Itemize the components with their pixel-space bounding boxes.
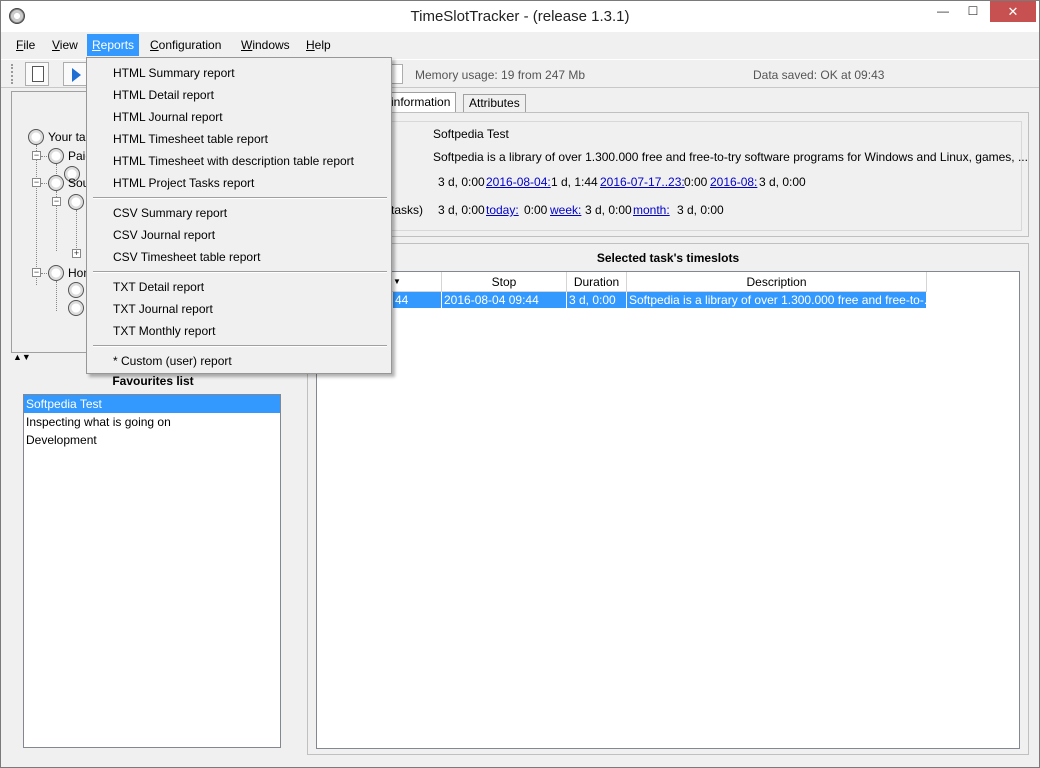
reports-dropdown-menu: HTML Summary report HTML Detail report H… bbox=[86, 57, 392, 374]
favourite-item[interactable]: Softpedia Test bbox=[24, 395, 280, 413]
menu-item-txt-monthly[interactable]: TXT Monthly report bbox=[88, 320, 390, 342]
menu-item-csv-timesheet[interactable]: CSV Timesheet table report bbox=[88, 246, 390, 268]
task-name: Softpedia Test bbox=[433, 127, 509, 141]
month-link[interactable]: 2016-08: bbox=[710, 175, 757, 189]
tab-information[interactable]: information bbox=[385, 92, 457, 113]
minimize-button[interactable]: — bbox=[929, 1, 957, 22]
timeslots-panel: Selected task's timeslots ▼ Stop Duratio… bbox=[307, 243, 1029, 755]
tree-line bbox=[36, 145, 37, 285]
month-short-value: 3 d, 0:00 bbox=[677, 203, 724, 217]
task-clock-icon bbox=[28, 129, 44, 145]
menu-reports[interactable]: Reports bbox=[87, 34, 140, 56]
collapse-icon[interactable]: − bbox=[32, 268, 41, 277]
task-info-content: Softpedia Test Softpedia is a library of… bbox=[316, 121, 1028, 231]
tab-attributes[interactable]: Attributes (2) bbox=[463, 94, 526, 127]
favourites-panel: Favourites list Softpedia Test Inspectin… bbox=[18, 367, 288, 753]
day-value: 1 d, 1:44 bbox=[551, 175, 598, 189]
month-short-link[interactable]: month: bbox=[633, 203, 670, 217]
menu-item-txt-detail[interactable]: TXT Detail report bbox=[88, 276, 390, 298]
toolbar-grip[interactable] bbox=[11, 64, 15, 84]
menu-bar: File View Reports Configuration Windows … bbox=[1, 34, 1039, 56]
task-clock-icon bbox=[68, 282, 84, 298]
task-clock-icon bbox=[48, 265, 64, 281]
menu-item-html-timesheet-desc[interactable]: HTML Timesheet with description table re… bbox=[88, 150, 390, 172]
start-button[interactable] bbox=[63, 62, 87, 86]
menu-item-html-project-tasks[interactable]: HTML Project Tasks report bbox=[88, 172, 390, 194]
favourite-item[interactable]: Development bbox=[24, 431, 280, 449]
sort-desc-icon: ▼ bbox=[393, 277, 401, 286]
task-info-panel: Softpedia Test Softpedia is a library of… bbox=[307, 112, 1029, 237]
title-bar: TimeSlotTracker - (release 1.3.1) — ☐ ✕ bbox=[1, 1, 1039, 32]
menu-configuration[interactable]: Configuration bbox=[145, 34, 226, 56]
close-button[interactable]: ✕ bbox=[990, 1, 1036, 22]
expand-icon[interactable]: + bbox=[72, 249, 81, 258]
menu-help[interactable]: Help bbox=[301, 34, 336, 56]
task-clock-icon bbox=[48, 175, 64, 191]
collapse-icon[interactable]: − bbox=[52, 197, 61, 206]
new-button[interactable] bbox=[25, 62, 49, 86]
time-total: 3 d, 0:00 bbox=[438, 175, 485, 189]
task-description: Softpedia is a library of over 1.300.000… bbox=[433, 150, 1028, 164]
month-value: 3 d, 0:00 bbox=[759, 175, 806, 189]
favourites-list[interactable]: Softpedia Test Inspecting what is going … bbox=[23, 394, 281, 748]
cell-description[interactable]: Softpedia is a library of over 1.300.000… bbox=[627, 292, 927, 308]
column-header-duration[interactable]: Duration bbox=[567, 272, 627, 292]
play-icon bbox=[72, 68, 81, 82]
task-clock-icon bbox=[68, 300, 84, 316]
menu-item-html-journal[interactable]: HTML Journal report bbox=[88, 106, 390, 128]
menu-item-html-detail[interactable]: HTML Detail report bbox=[88, 84, 390, 106]
today-value: 0:00 bbox=[524, 203, 548, 217]
today-link[interactable]: today: bbox=[486, 203, 519, 217]
timeslots-title: Selected task's timeslots bbox=[596, 251, 740, 265]
subtasks-label: tasks) bbox=[391, 203, 424, 217]
collapse-icon[interactable]: − bbox=[32, 151, 41, 160]
menu-file[interactable]: File bbox=[11, 34, 40, 56]
app-window: TimeSlotTracker - (release 1.3.1) — ☐ ✕ … bbox=[0, 0, 1040, 768]
menu-separator bbox=[93, 197, 387, 199]
collapse-icon[interactable]: − bbox=[32, 178, 41, 187]
task-clock-icon bbox=[48, 148, 64, 164]
document-icon bbox=[32, 66, 44, 82]
task-clock-icon bbox=[68, 194, 84, 210]
week-link[interactable]: week: bbox=[550, 203, 581, 217]
week-range-value: 0:00 bbox=[684, 175, 708, 189]
cell-duration[interactable]: 3 d, 0:00 bbox=[567, 292, 627, 308]
window-title: TimeSlotTracker - (release 1.3.1) bbox=[410, 8, 630, 25]
menu-separator bbox=[93, 345, 387, 347]
menu-separator bbox=[93, 271, 387, 273]
timeslots-table[interactable]: ▼ Stop Duration Description 44 2016-08-0… bbox=[316, 271, 1020, 749]
menu-item-html-timesheet[interactable]: HTML Timesheet table report bbox=[88, 128, 390, 150]
week-value: 3 d, 0:00 bbox=[585, 203, 632, 217]
splitter-arrows-icon[interactable]: ▲▼ bbox=[13, 353, 31, 362]
menu-view[interactable]: View bbox=[47, 34, 83, 56]
menu-item-txt-journal[interactable]: TXT Journal report bbox=[88, 298, 390, 320]
tree-line bbox=[76, 210, 77, 250]
favourites-title: Favourites list bbox=[112, 374, 194, 388]
menu-item-html-summary[interactable]: HTML Summary report bbox=[88, 62, 390, 84]
subtasks-total: 3 d, 0:00 bbox=[438, 203, 485, 217]
tree-line bbox=[56, 281, 57, 311]
day-link[interactable]: 2016-08-04: bbox=[486, 175, 551, 189]
column-header-description[interactable]: Description bbox=[627, 272, 927, 292]
menu-item-custom-report[interactable]: * Custom (user) report bbox=[88, 350, 390, 372]
memory-usage: Memory usage: 19 from 247 Mb bbox=[415, 68, 586, 82]
cell-stop[interactable]: 2016-08-04 09:44 bbox=[442, 292, 567, 308]
data-saved-status: Data saved: OK at 09:43 bbox=[753, 68, 885, 82]
menu-item-csv-summary[interactable]: CSV Summary report bbox=[88, 202, 390, 224]
week-range-link[interactable]: 2016-07-17..23: bbox=[600, 175, 685, 189]
cell-start[interactable]: 44 bbox=[393, 292, 442, 308]
menu-item-csv-journal[interactable]: CSV Journal report bbox=[88, 224, 390, 246]
menu-windows[interactable]: Windows bbox=[236, 34, 295, 56]
favourite-item[interactable]: Inspecting what is going on bbox=[24, 413, 280, 431]
column-header-stop[interactable]: Stop bbox=[442, 272, 567, 292]
maximize-button[interactable]: ☐ bbox=[959, 1, 987, 22]
